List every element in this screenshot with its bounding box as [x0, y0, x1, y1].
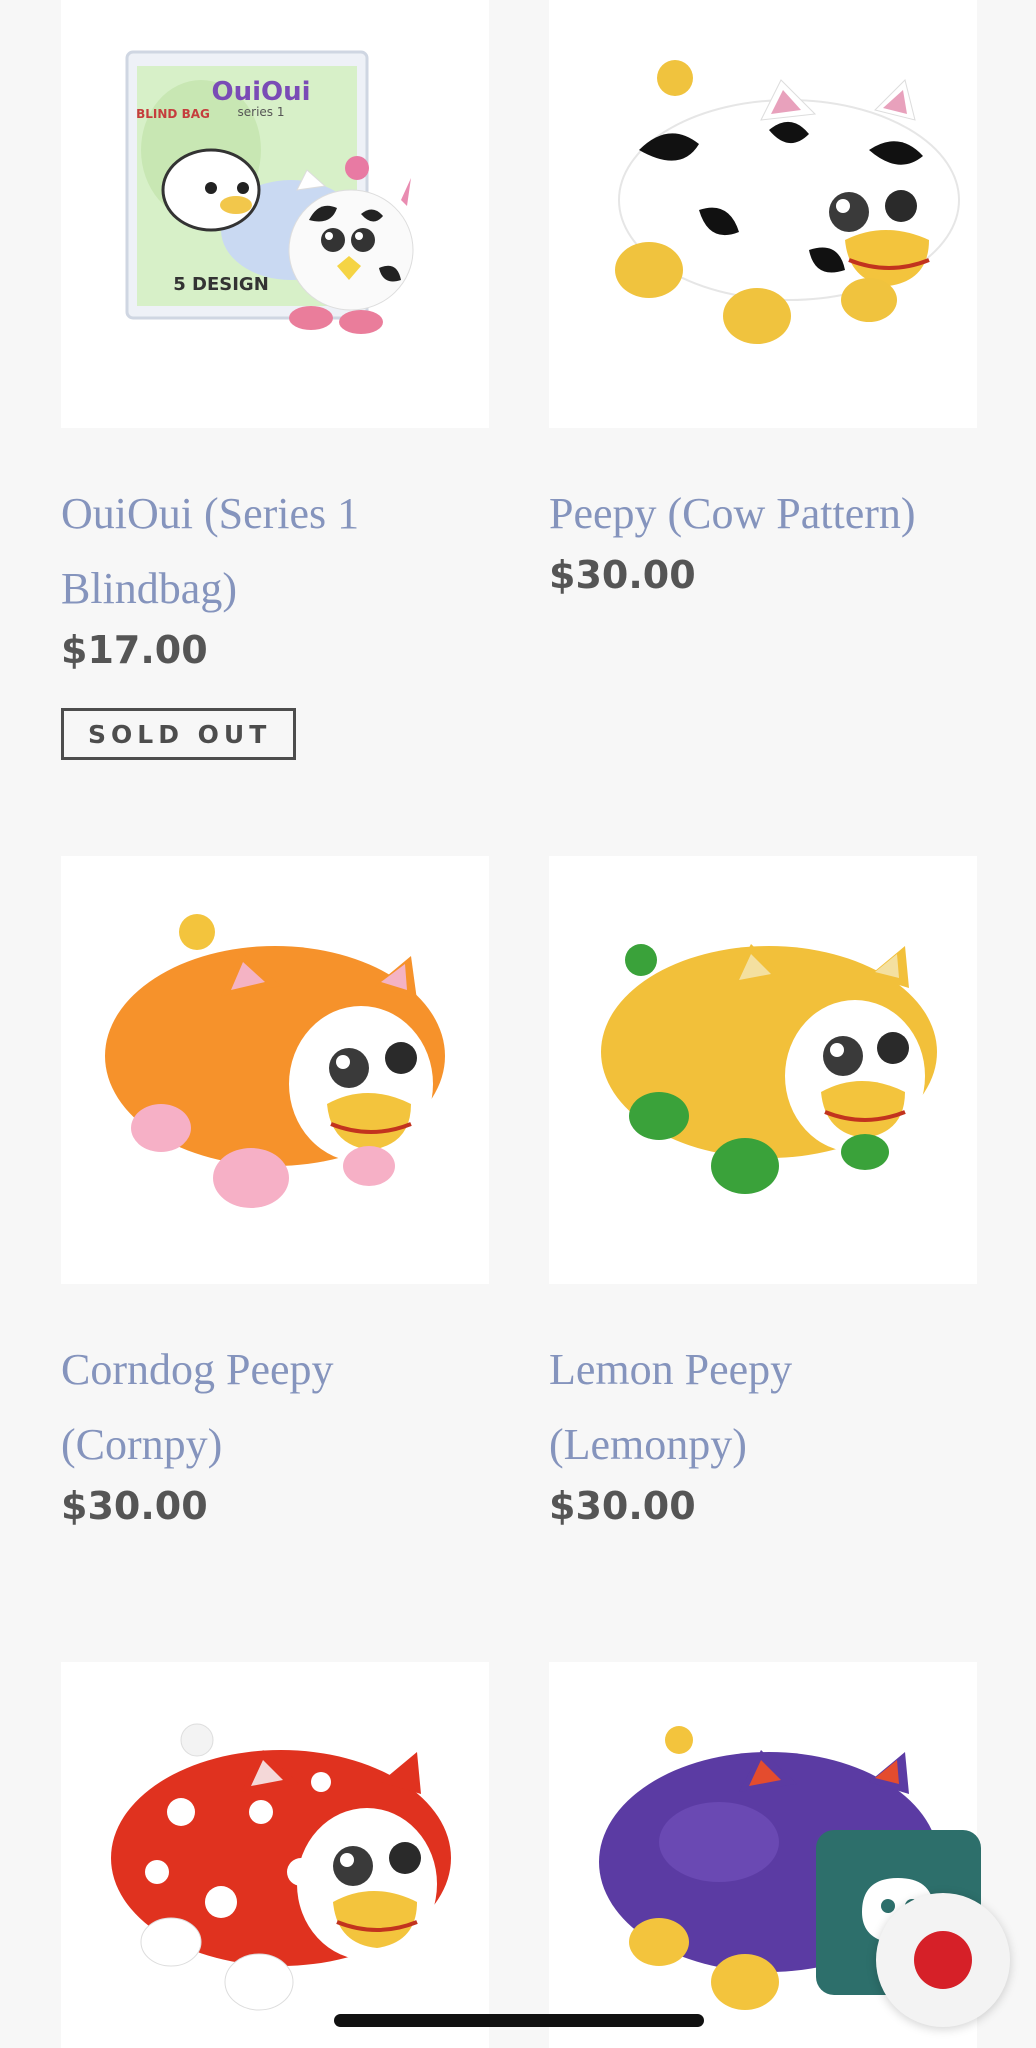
product-card-lemon-peepy[interactable]: Lemon Peepy (Lemonpy) $30.00 — [549, 856, 977, 1530]
svg-text:5 DESIGN: 5 DESIGN — [173, 274, 269, 295]
product-card-ouioui-blindbag[interactable]: OuiOui series 1 BLIND BAG 5 DESIGN OuiOu… — [61, 0, 489, 760]
lemon-peepy-plush-image — [601, 944, 937, 1194]
svg-text:BLIND BAG: BLIND BAG — [136, 107, 210, 121]
product-price: $30.00 — [549, 553, 696, 597]
product-title[interactable]: Corndog Peepy (Cornpy) — [61, 1332, 489, 1482]
product-title-line[interactable]: Blindbag) — [61, 551, 489, 626]
product-image[interactable] — [549, 856, 977, 1284]
product-image[interactable] — [549, 0, 977, 428]
corndog-peepy-plush-image — [105, 914, 445, 1208]
home-indicator[interactable] — [334, 2014, 704, 2027]
product-grid-page: OuiOui series 1 BLIND BAG 5 DESIGN OuiOu… — [0, 0, 1036, 2048]
red-polka-peepy-plush-image — [111, 1723, 451, 2011]
product-image[interactable] — [61, 1662, 489, 2048]
record-icon — [914, 1931, 972, 1989]
product-card-peepy-cow[interactable]: Peepy (Cow Pattern) $30.00 — [549, 0, 977, 599]
product-price: $17.00 — [61, 628, 208, 672]
product-title-line[interactable]: OuiOui (Series 1 — [61, 476, 489, 551]
svg-text:OuiOui: OuiOui — [211, 77, 310, 107]
blindbag-plush-image: OuiOui series 1 BLIND BAG 5 DESIGN — [125, 50, 414, 334]
product-image[interactable]: OuiOui series 1 BLIND BAG 5 DESIGN — [61, 0, 489, 428]
product-price: $30.00 — [61, 1484, 208, 1528]
product-price: $30.00 — [549, 1484, 696, 1528]
product-title-line[interactable]: Lemon Peepy — [549, 1332, 977, 1407]
product-title-line[interactable]: (Lemonpy) — [549, 1407, 977, 1482]
product-card-red-peepy[interactable] — [61, 1662, 489, 2048]
cow-peepy-plush-image — [615, 60, 960, 344]
product-card-corndog-peepy[interactable]: Corndog Peepy (Cornpy) $30.00 — [61, 856, 489, 1530]
sold-out-badge: SOLD OUT — [61, 708, 297, 760]
product-title-line[interactable]: Corndog Peepy — [61, 1332, 489, 1407]
svg-text:series 1: series 1 — [238, 105, 285, 119]
product-title[interactable]: Lemon Peepy (Lemonpy) — [549, 1332, 977, 1482]
product-title[interactable]: Peepy (Cow Pattern) — [549, 476, 977, 551]
product-image[interactable] — [61, 856, 489, 1284]
product-title-line[interactable]: (Cornpy) — [61, 1407, 489, 1482]
record-button[interactable] — [876, 1893, 1010, 2027]
product-title-line[interactable]: Peepy (Cow Pattern) — [549, 476, 977, 551]
product-title[interactable]: OuiOui (Series 1 Blindbag) — [61, 476, 489, 626]
